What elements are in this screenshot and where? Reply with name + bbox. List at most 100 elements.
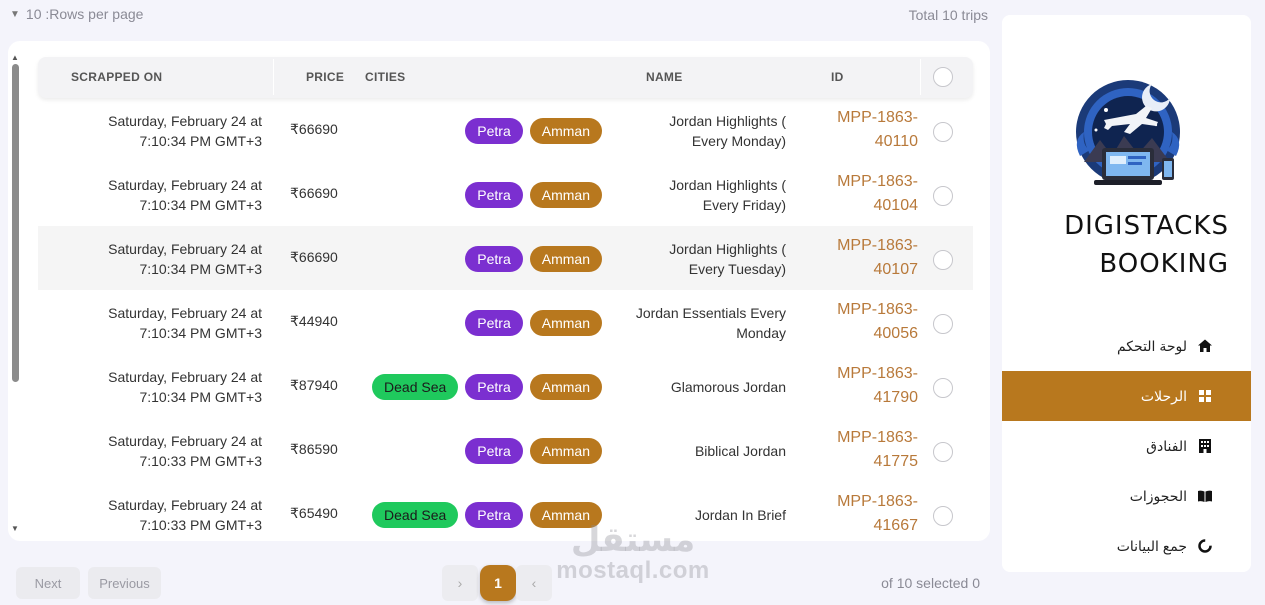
scrapped-on-line-1: Saturday, February 24 at bbox=[108, 113, 262, 129]
next-button[interactable]: Next bbox=[16, 567, 80, 599]
trip-id-line-1: MPP-1863- bbox=[837, 173, 918, 190]
scrapped-on-cell: Saturday, February 24 at 7:10:33 PM GMT+… bbox=[42, 431, 262, 471]
trip-id-line-1: MPP-1863- bbox=[837, 237, 918, 254]
city-tag: Petra bbox=[465, 118, 523, 144]
nav-item-hotels[interactable]: الفنادق bbox=[1002, 421, 1251, 471]
city-tag: Amman bbox=[529, 310, 602, 336]
cities-cell: Amman Petra bbox=[465, 182, 602, 208]
brand-line-1: DIGISTACKS bbox=[1064, 211, 1229, 241]
header-separator bbox=[920, 59, 921, 95]
nav-label: الحجوزات bbox=[1129, 487, 1187, 504]
trip-id-line-2: 40104 bbox=[873, 197, 919, 214]
city-tag: Petra bbox=[465, 438, 523, 464]
trip-name-line-1: Jordan Highlights ( bbox=[669, 177, 786, 193]
trip-id-link[interactable]: MPP-1863- 40104 bbox=[818, 170, 918, 218]
scrapped-on-line-1: Saturday, February 24 at bbox=[108, 305, 262, 321]
header-scrapped-on[interactable]: SCRAPPED ON bbox=[71, 70, 162, 84]
city-tag: Amman bbox=[529, 182, 602, 208]
trip-id-link[interactable]: MPP-1863- 40110 bbox=[818, 106, 918, 154]
city-tag: Dead Sea bbox=[372, 502, 459, 528]
travel-logo-icon bbox=[1076, 80, 1180, 185]
table-row[interactable]: Saturday, February 24 at 7:10:34 PM GMT+… bbox=[38, 354, 973, 418]
header-id[interactable]: ID bbox=[831, 70, 844, 84]
previous-button[interactable]: Previous bbox=[88, 567, 161, 599]
price-cell: ₹65490 bbox=[290, 505, 338, 521]
row-checkbox[interactable] bbox=[933, 506, 953, 526]
nav-item-bookings[interactable]: الحجوزات bbox=[1002, 471, 1251, 521]
trip-id-line-2: 41790 bbox=[873, 389, 919, 406]
trip-id-link[interactable]: MPP-1863- 40056 bbox=[818, 298, 918, 346]
selected-count: of 10 selected 0 bbox=[881, 575, 980, 591]
trip-name-cell: Glamorous Jordan bbox=[606, 377, 786, 397]
cities-cell: Amman Petra Dead Sea bbox=[372, 374, 602, 400]
trip-name-cell: Jordan Highlights ( Every Monday) bbox=[606, 111, 786, 151]
scroll-down-icon[interactable]: ▼ bbox=[10, 524, 20, 533]
table-row[interactable]: Saturday, February 24 at 7:10:34 PM GMT+… bbox=[38, 226, 973, 290]
trip-name-cell: Biblical Jordan bbox=[606, 441, 786, 461]
trip-name-line-2: Every Friday) bbox=[702, 197, 786, 213]
city-tag: Petra bbox=[465, 502, 523, 528]
book-icon bbox=[1198, 490, 1212, 502]
trip-id-line-1: MPP-1863- bbox=[837, 365, 918, 382]
trip-id-link[interactable]: MPP-1863- 41775 bbox=[818, 426, 918, 474]
trip-name-line-2: Monday bbox=[736, 325, 786, 341]
scrapped-on-line-2: 7:10:34 PM GMT+3 bbox=[139, 261, 262, 277]
trip-name-line-1: Jordan In Brief bbox=[694, 507, 786, 523]
watermark-english: mostaql.com bbox=[556, 557, 710, 584]
trip-id-line-2: 41667 bbox=[873, 517, 919, 534]
brand-name: DIGISTACKS BOOKING bbox=[1009, 207, 1229, 283]
spinner-icon bbox=[1198, 539, 1212, 553]
scrapped-on-line-1: Saturday, February 24 at bbox=[108, 241, 262, 257]
table-row[interactable]: Saturday, February 24 at 7:10:34 PM GMT+… bbox=[38, 162, 973, 226]
trip-id-line-2: 41775 bbox=[873, 453, 919, 470]
scrapped-on-line-2: 7:10:34 PM GMT+3 bbox=[139, 389, 262, 405]
trip-name-cell: Jordan Highlights ( Every Tuesday) bbox=[606, 239, 786, 279]
trips-table: ▲ ▼ SCRAPPED ON PRICE CITIES NAME ID Sat… bbox=[8, 41, 990, 541]
price-cell: ₹66690 bbox=[290, 185, 338, 201]
page-prev-arrow-icon[interactable]: ‹ bbox=[516, 565, 552, 601]
row-checkbox[interactable] bbox=[933, 314, 953, 334]
nav-label: جمع البيانات bbox=[1116, 537, 1187, 554]
nav-label: الفنادق bbox=[1146, 437, 1187, 454]
scrapped-on-line-1: Saturday, February 24 at bbox=[108, 369, 262, 385]
vertical-scrollbar[interactable]: ▲ ▼ bbox=[10, 53, 20, 533]
page-next-arrow-icon[interactable]: › bbox=[442, 565, 478, 601]
nav-item-data-collection[interactable]: جمع البيانات bbox=[1002, 521, 1251, 571]
cities-cell: Amman Petra Dead Sea bbox=[372, 502, 602, 528]
header-name[interactable]: NAME bbox=[646, 70, 683, 84]
price-cell: ₹66690 bbox=[290, 249, 338, 265]
row-checkbox[interactable] bbox=[933, 378, 953, 398]
header-cities[interactable]: CITIES bbox=[365, 70, 405, 84]
row-checkbox[interactable] bbox=[933, 186, 953, 206]
trip-id-line-1: MPP-1863- bbox=[837, 493, 918, 510]
scrollbar-thumb[interactable] bbox=[12, 64, 19, 382]
trip-id-link[interactable]: MPP-1863- 40107 bbox=[818, 234, 918, 282]
cities-cell: Amman Petra bbox=[465, 246, 602, 272]
table-row[interactable]: Saturday, February 24 at 7:10:34 PM GMT+… bbox=[38, 290, 973, 354]
trip-id-link[interactable]: MPP-1863- 41790 bbox=[818, 362, 918, 410]
cities-cell: Amman Petra bbox=[465, 438, 602, 464]
city-tag: Petra bbox=[465, 182, 523, 208]
scrapped-on-cell: Saturday, February 24 at 7:10:34 PM GMT+… bbox=[42, 367, 262, 407]
table-row[interactable]: Saturday, February 24 at 7:10:33 PM GMT+… bbox=[38, 482, 973, 541]
trip-id-link[interactable]: MPP-1863- 41667 bbox=[818, 490, 918, 538]
trip-name-line-1: Jordan Highlights ( bbox=[669, 241, 786, 257]
scrapped-on-cell: Saturday, February 24 at 7:10:34 PM GMT+… bbox=[42, 111, 262, 151]
select-all-checkbox[interactable] bbox=[933, 67, 953, 87]
nav-item-dashboard[interactable]: لوحة التحكم bbox=[1002, 321, 1251, 371]
scrapped-on-line-1: Saturday, February 24 at bbox=[108, 177, 262, 193]
row-checkbox[interactable] bbox=[933, 442, 953, 462]
building-icon bbox=[1199, 439, 1211, 453]
row-checkbox[interactable] bbox=[933, 122, 953, 142]
cities-cell: Amman Petra bbox=[465, 310, 602, 336]
table-row[interactable]: Saturday, February 24 at 7:10:34 PM GMT+… bbox=[38, 98, 973, 162]
row-checkbox[interactable] bbox=[933, 250, 953, 270]
rows-per-page-select[interactable]: ▼ 10 :Rows per page bbox=[10, 6, 143, 22]
price-cell: ₹66690 bbox=[290, 121, 338, 137]
table-header: SCRAPPED ON PRICE CITIES NAME ID bbox=[38, 57, 973, 98]
scroll-up-icon[interactable]: ▲ bbox=[10, 53, 20, 62]
header-price[interactable]: PRICE bbox=[306, 70, 344, 84]
table-row[interactable]: Saturday, February 24 at 7:10:33 PM GMT+… bbox=[38, 418, 973, 482]
current-page-button[interactable]: 1 bbox=[480, 565, 516, 601]
nav-item-trips[interactable]: الرحلات bbox=[1002, 371, 1251, 421]
